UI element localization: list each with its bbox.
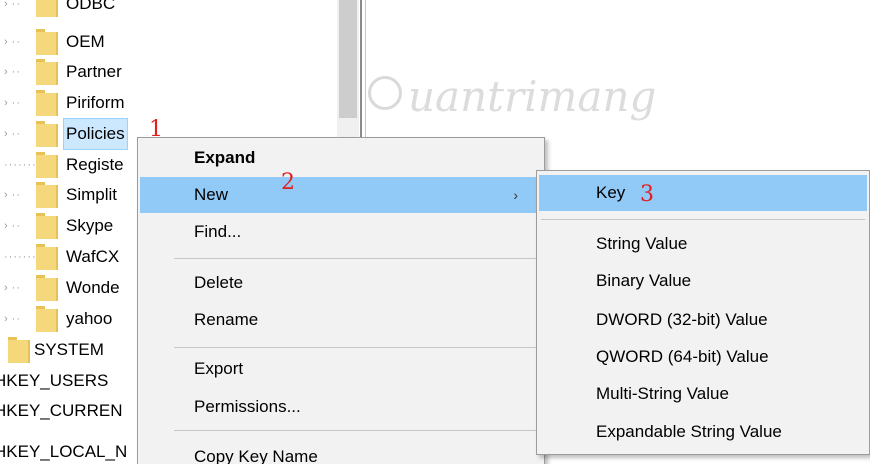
menu-separator (174, 430, 540, 431)
menu-item-label: QWORD (64-bit) Value (596, 347, 769, 366)
watermark-text: uantrimang (408, 72, 657, 121)
tree-item-oem[interactable]: › ·· OEM (0, 25, 337, 59)
menu-separator (541, 219, 865, 220)
expand-chevron-icon[interactable]: › ·· (4, 302, 34, 336)
registry-editor-screen: › ·· ODBC › ·· OEM › ·· Partner › ·· Pirifor… (0, 0, 870, 464)
tree-connector-icon: ······· (4, 251, 37, 263)
menu-item-label: Permissions... (194, 397, 301, 416)
submenu-item-qword-value[interactable]: QWORD (64-bit) Value (539, 339, 867, 375)
tree-item-label: Piriform (66, 93, 125, 112)
menu-item-rename[interactable]: Rename (140, 302, 542, 338)
expand-chevron-icon[interactable]: › ·· (4, 55, 34, 89)
tree-item-label: Skype (66, 216, 114, 235)
menu-item-label: DWORD (32-bit) Value (596, 310, 768, 329)
expand-chevron-icon[interactable]: › ·· (4, 271, 34, 305)
folder-icon (36, 152, 58, 178)
folder-icon (36, 0, 58, 17)
menu-item-permissions[interactable]: Permissions... (140, 389, 542, 425)
menu-item-label: New (194, 185, 229, 204)
expand-chevron-icon[interactable]: › ·· (4, 25, 34, 59)
tree-item-label: SYSTEM (34, 340, 104, 359)
menu-item-find[interactable]: Find... (140, 214, 542, 250)
folder-icon (36, 213, 58, 239)
menu-item-label: Rename (194, 310, 259, 329)
expand-chevron-icon[interactable]: › ·· (4, 178, 34, 212)
tree-item-partner[interactable]: › ·· Partner (0, 55, 337, 89)
step-marker-2: 2 (281, 170, 295, 195)
submenu-item-binary-value[interactable]: Binary Value (539, 263, 867, 299)
menu-item-label: Key (596, 183, 626, 202)
expand-chevron-icon[interactable]: › ·· (4, 209, 34, 243)
folder-icon (36, 244, 58, 270)
tree-item-label: Registe (66, 155, 124, 174)
tree-item-label: HKEY_LOCAL_N (0, 442, 128, 461)
expand-chevron-icon[interactable]: › ·· (4, 0, 34, 21)
submenu-item-dword-value[interactable]: DWORD (32-bit) Value (539, 302, 867, 338)
tree-item-odbc[interactable]: › ·· ODBC (0, 0, 337, 21)
folder-icon (8, 337, 30, 363)
menu-item-export[interactable]: Export (140, 351, 542, 387)
tree-item-label: OEM (66, 32, 105, 51)
tree-item-label: ODBC (66, 0, 116, 13)
menu-item-new[interactable]: New › (140, 177, 542, 213)
folder-icon (36, 59, 58, 85)
menu-separator (174, 347, 540, 348)
folder-icon (36, 306, 58, 332)
menu-item-label: Delete (194, 273, 244, 292)
menu-item-label: String Value (596, 234, 688, 253)
menu-item-copy-key-name[interactable]: Copy Key Name (140, 439, 542, 464)
context-menu: Expand New › Find... Delete Rename Expor… (137, 137, 545, 464)
submenu-item-key[interactable]: Key (539, 175, 867, 211)
tree-item-label: Policies (63, 118, 128, 150)
folder-icon (36, 29, 58, 55)
submenu-item-string-value[interactable]: String Value (539, 226, 867, 262)
folder-icon (36, 90, 58, 116)
menu-item-label: Multi-String Value (596, 384, 729, 403)
menu-item-label: Find... (194, 222, 242, 241)
menu-item-label: Expand (194, 148, 256, 167)
new-submenu: Key String Value Binary Value DWORD (32-… (536, 170, 870, 455)
folder-icon (36, 275, 58, 301)
menu-item-delete[interactable]: Delete (140, 265, 542, 301)
tree-item-label: Partner (66, 62, 122, 81)
tree-connector-icon: ······· (4, 159, 37, 171)
menu-separator (174, 258, 540, 259)
tree-item-label: Wonde (66, 278, 120, 297)
menu-item-label: Copy Key Name (194, 447, 318, 464)
tree-item-label: HKEY_CURREN (0, 401, 123, 420)
watermark-logo: uantrimang (368, 62, 668, 132)
submenu-item-expandable-string-value[interactable]: Expandable String Value (539, 414, 867, 450)
submenu-item-multi-string-value[interactable]: Multi-String Value (539, 376, 867, 412)
tree-scrollbar-thumb[interactable] (339, 0, 357, 118)
tree-item-label: Simplit (66, 185, 118, 204)
tree-item-label: HKEY_USERS (0, 371, 109, 390)
folder-icon (36, 121, 58, 147)
tree-item-label: yahoo (66, 309, 113, 328)
expand-chevron-icon[interactable]: › ·· (4, 117, 34, 151)
tree-item-label: WafCX (66, 247, 120, 266)
expand-chevron-icon[interactable]: › ·· (4, 86, 34, 120)
watermark-globe-icon (368, 76, 402, 110)
menu-item-label: Expandable String Value (596, 422, 782, 441)
folder-icon (36, 182, 58, 208)
tree-item-piriform[interactable]: › ·· Piriform (0, 86, 337, 120)
menu-item-label: Binary Value (596, 271, 692, 290)
menu-item-expand[interactable]: Expand (140, 140, 542, 176)
step-marker-3: 3 (640, 182, 654, 207)
submenu-arrow-icon: › (513, 187, 518, 203)
menu-item-label: Export (194, 359, 244, 378)
